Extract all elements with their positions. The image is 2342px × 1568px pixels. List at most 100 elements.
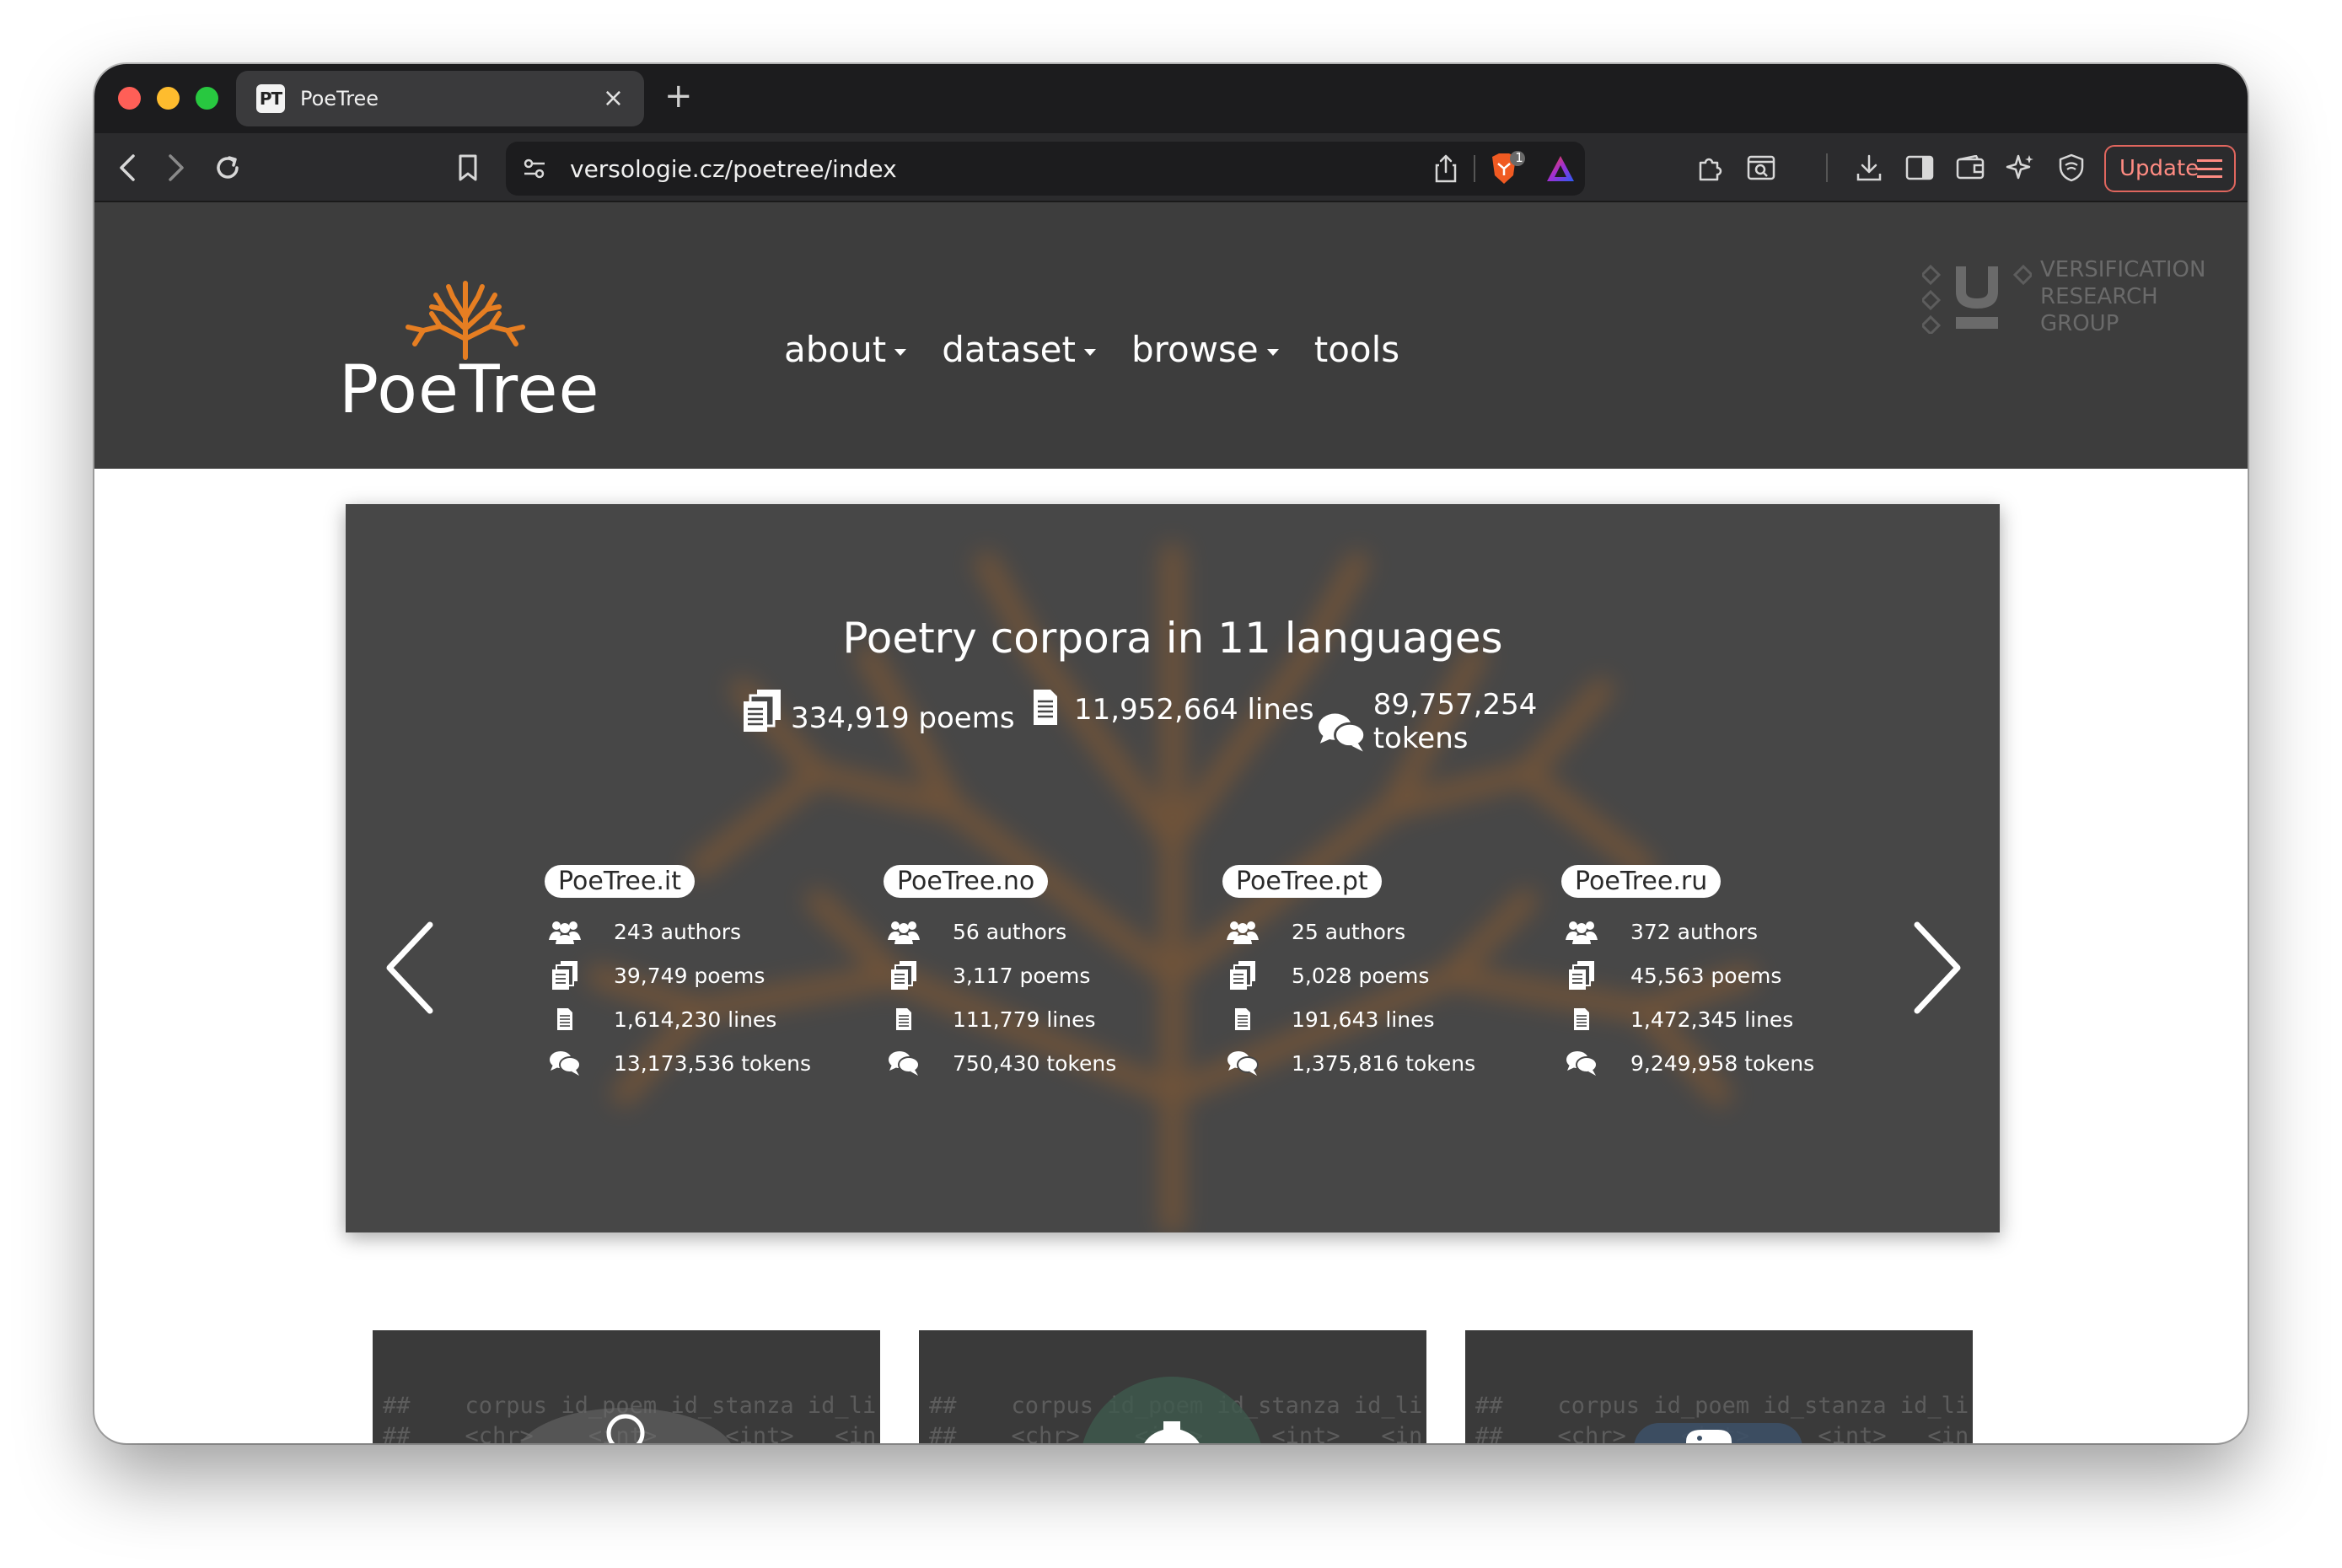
forward-button[interactable]	[155, 133, 197, 202]
minimize-window-button[interactable]	[157, 87, 180, 110]
corpus-stat-lines: 1,614,230 lines	[545, 997, 848, 1041]
nav-tools[interactable]: tools	[1314, 329, 1399, 370]
vrg-line2: RESEARCH	[2040, 284, 2158, 309]
code-card-python[interactable]: ## corpus id_poem id_stanza id_li ## <chr…	[1465, 1330, 1973, 1443]
vrg-emblem-icon	[1922, 264, 2032, 334]
total-tokens: 89,757,254 tokens	[1317, 688, 1636, 755]
nav-about[interactable]: about	[784, 329, 907, 370]
sidebar-icon	[1905, 155, 1934, 180]
brave-rewards-icon[interactable]	[1544, 153, 1577, 184]
update-button[interactable]: Update	[2104, 145, 2236, 192]
corpus-card-ru: PoeTree.ru 372 authors 45,563 poems 1,472,3…	[1561, 865, 1865, 1085]
corpus-stat-value: 1,375,816 tokens	[1292, 1050, 1476, 1076]
corpus-name-link[interactable]: PoeTree.it	[545, 865, 695, 898]
reload-icon	[217, 156, 239, 179]
corpus-stat-tokens: 1,375,816 tokens	[1222, 1041, 1526, 1085]
close-tab-icon[interactable]: ×	[603, 86, 624, 111]
sparkle-icon	[2006, 154, 2033, 180]
close-window-button[interactable]	[118, 87, 141, 110]
address-bar[interactable]: versologie.cz/poetree/index 1	[506, 142, 1585, 196]
stat-icon-wrapper	[884, 959, 924, 992]
poetree-logo-text[interactable]: PoeTree	[339, 352, 599, 428]
corpus-stat-authors: 56 authors	[884, 910, 1187, 953]
carousel-next-button[interactable]	[1912, 921, 1963, 1014]
chevron-left-icon	[120, 154, 135, 181]
reader-mode-button[interactable]	[1740, 133, 1782, 202]
corpus-stat-value: 1,614,230 lines	[614, 1007, 777, 1032]
tab-bar: PT PoeTree × +	[94, 64, 2248, 133]
stat-icon-wrapper	[545, 1046, 585, 1080]
leo-ai-button[interactable]	[2000, 133, 2042, 202]
corpus-stat-authors: 25 authors	[1222, 910, 1526, 953]
nav-dataset[interactable]: dataset	[942, 329, 1096, 370]
carousel-prev-button[interactable]	[384, 921, 435, 1014]
reader-search-icon	[1747, 155, 1775, 180]
total-lines: 11,952,664 lines	[1032, 688, 1314, 727]
corpus-stat-value: 243 authors	[614, 919, 742, 944]
corpus-name-link[interactable]: PoeTree.ru	[1561, 865, 1722, 898]
nav-about-label: about	[784, 329, 887, 370]
shield-icon	[2059, 153, 2084, 182]
corpus-card-no: PoeTree.no 56 authors 3,117 poems 111,779 l…	[884, 865, 1187, 1085]
document-icon	[896, 1008, 911, 1030]
hero-title: Poetry corpora in 11 languages	[842, 614, 1503, 663]
corpus-stat-poems: 3,117 poems	[884, 953, 1187, 997]
url-divider	[1474, 155, 1475, 182]
back-button[interactable]	[106, 133, 148, 202]
tab-poetree[interactable]: PT PoeTree ×	[236, 71, 644, 126]
code-card-api[interactable]: ## corpus id_poem id_stanza id_li## <chr…	[919, 1330, 1426, 1443]
stat-icon-wrapper	[1222, 915, 1263, 948]
bookmark-icon	[459, 154, 477, 181]
stat-icon-wrapper	[1561, 915, 1602, 948]
stat-icon-wrapper	[1222, 959, 1263, 992]
share-icon[interactable]	[1433, 153, 1458, 184]
bookmark-button[interactable]	[447, 133, 489, 202]
poetree-logo-tree-icon[interactable]	[398, 280, 533, 361]
corpus-stat-value: 25 authors	[1292, 919, 1406, 944]
corpus-name-link[interactable]: PoeTree.no	[884, 865, 1049, 898]
stat-icon-wrapper	[1561, 959, 1602, 992]
speech-bubbles-icon	[889, 1051, 920, 1076]
speech-bubbles-icon	[1566, 1051, 1598, 1076]
reload-button[interactable]	[202, 133, 253, 202]
poems-stack-icon	[552, 961, 577, 990]
nav-browse[interactable]: browse	[1131, 329, 1279, 370]
caret-down-icon	[894, 348, 907, 356]
new-tab-button[interactable]: +	[664, 79, 693, 113]
extensions-button[interactable]	[1689, 133, 1732, 202]
poems-stack-icon	[744, 690, 781, 732]
corpora-carousel: Poetry corpora in 11 languages 334,919 p…	[346, 504, 2000, 1232]
stat-icon-wrapper	[1561, 1002, 1602, 1036]
corpus-stat-lines: 191,643 lines	[1222, 997, 1526, 1041]
corpus-stat-value: 13,173,536 tokens	[614, 1050, 812, 1076]
corpus-stat-poems: 45,563 poems	[1561, 953, 1865, 997]
wallet-button[interactable]	[1949, 133, 1991, 202]
code-card-r[interactable]: ## corpus id_poem id_stanza id_li ## <chr…	[373, 1330, 880, 1443]
wallet-icon	[1956, 155, 1985, 180]
site-settings-icon[interactable]	[521, 157, 548, 180]
python-logo-icon	[1634, 1423, 1802, 1443]
url-text[interactable]: versologie.cz/poetree/index	[570, 155, 897, 183]
vpn-button[interactable]	[2050, 133, 2092, 202]
download-icon	[1856, 154, 1882, 181]
update-label: Update	[2119, 156, 2200, 181]
corpus-stat-value: 1,472,345 lines	[1630, 1007, 1794, 1032]
vrg-text: VERSIFICATION RESEARCH GROUP	[2040, 256, 2205, 337]
nav-tools-label: tools	[1313, 329, 1400, 370]
corpus-card-pt: PoeTree.pt 25 authors 5,028 poems 191,643 l…	[1222, 865, 1526, 1085]
corpus-stat-lines: 1,472,345 lines	[1561, 997, 1865, 1041]
users-icon	[1566, 921, 1598, 944]
versification-research-group-logo[interactable]: VERSIFICATION RESEARCH GROUP	[1922, 250, 2226, 342]
corpus-stat-value: 372 authors	[1630, 919, 1759, 944]
users-icon	[549, 921, 581, 944]
corpus-stat-value: 56 authors	[953, 919, 1067, 944]
sidebar-button[interactable]	[1899, 133, 1941, 202]
poems-stack-icon	[1569, 961, 1594, 990]
zoom-window-button[interactable]	[196, 87, 218, 110]
stat-icon-wrapper	[1222, 1046, 1263, 1080]
stat-icon-wrapper	[1561, 1046, 1602, 1080]
browser-window: PT PoeTree × + versologie.cz/poetree/ind…	[94, 64, 2248, 1443]
poems-stack-icon	[891, 961, 916, 990]
corpus-name-link[interactable]: PoeTree.pt	[1222, 865, 1382, 898]
downloads-button[interactable]	[1848, 133, 1890, 202]
